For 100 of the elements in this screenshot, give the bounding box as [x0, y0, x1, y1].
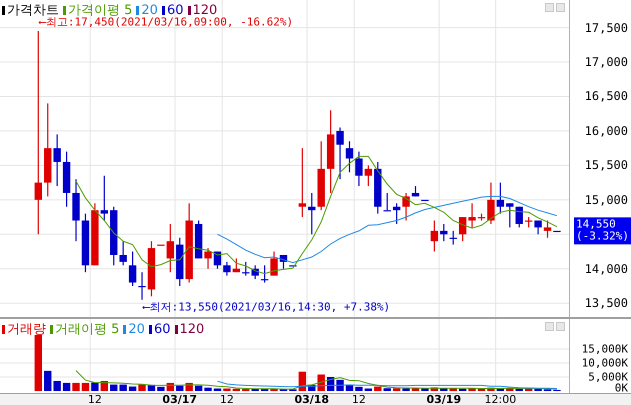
candlestick	[100, 176, 108, 221]
candlestick	[487, 182, 495, 224]
candlestick	[346, 141, 354, 172]
volume-bar	[506, 388, 514, 392]
legend-label: 120	[192, 2, 218, 18]
minimize-icon[interactable]	[545, 3, 554, 12]
volume-bar	[157, 386, 165, 392]
candlestick	[544, 220, 552, 238]
candlestick	[119, 241, 127, 266]
axis-label: 14,000	[584, 262, 628, 275]
volume-bar	[110, 384, 118, 392]
minimize-icon[interactable]	[545, 322, 554, 331]
volume-bar	[176, 386, 184, 392]
volume-bar	[440, 388, 448, 392]
volume-bar	[298, 372, 306, 392]
volume-bar	[430, 387, 438, 392]
close-icon[interactable]	[556, 3, 565, 12]
legend-label: 가격차트	[7, 2, 59, 18]
volume-bar	[544, 389, 552, 392]
candlestick	[524, 217, 532, 228]
candlestick	[516, 206, 523, 228]
candlestick	[392, 203, 400, 224]
candlestick	[72, 179, 80, 242]
candlestick	[204, 248, 212, 269]
axis-label: 13,500	[584, 297, 628, 310]
axis-label: 17,500	[584, 22, 628, 34]
axis-label: 17,000	[584, 56, 628, 68]
volume-bar	[34, 334, 42, 392]
axis-label: 10,000K	[582, 358, 628, 368]
current-price-tag: 14,550 (-3.32%)	[574, 217, 631, 244]
candlestick	[421, 199, 429, 202]
volume-bar	[72, 382, 80, 392]
axis-label: 03/18	[294, 394, 330, 405]
close-icon[interactable]	[556, 322, 565, 331]
candlestick	[468, 203, 476, 228]
candlestick	[384, 192, 391, 212]
candlestick	[336, 128, 344, 180]
legend-label: 60	[166, 2, 184, 18]
volume-bar	[204, 388, 212, 392]
candlestick	[298, 148, 306, 218]
candlestick	[242, 262, 250, 276]
volume-bar	[270, 388, 278, 392]
axis-label: 15,000	[584, 194, 628, 206]
legend-label: 거래이평 5	[55, 321, 120, 338]
volume-bar	[119, 384, 127, 392]
legend-swatch	[2, 6, 5, 14]
axis-label: 12	[220, 394, 234, 405]
candlestick	[280, 254, 288, 269]
volume-bar	[421, 388, 429, 392]
candlestick	[91, 203, 99, 266]
candlestick	[138, 272, 146, 300]
volume-bar	[534, 388, 542, 392]
candlestick	[458, 217, 466, 242]
candlestick	[364, 165, 372, 186]
volume-bar	[384, 388, 391, 392]
volume-bar	[44, 370, 52, 392]
candlestick	[374, 162, 382, 214]
candlestick	[318, 141, 325, 210]
axis-label: 0K	[614, 382, 628, 394]
volume-bar	[392, 388, 400, 392]
candlestick	[553, 230, 561, 232]
legend-label: 20	[128, 322, 145, 336]
candlestick	[148, 241, 156, 296]
low-price-note: ⟵최저:13,550(2021/03/16,14:30, +7.38%)	[143, 301, 390, 312]
candlestick	[496, 182, 504, 214]
axis-label: 12	[88, 394, 102, 405]
legend-label: 가격이평 5	[68, 2, 132, 18]
candlestick	[440, 224, 448, 242]
axis-label: 15,000K	[582, 343, 628, 354]
volume-bar	[516, 388, 523, 392]
candlestick	[506, 203, 514, 228]
axis-label: 16,000	[584, 124, 628, 137]
volume-bar	[478, 388, 486, 392]
volume-bar	[138, 384, 146, 392]
volume-bar	[260, 389, 268, 392]
volume-bar	[53, 380, 61, 392]
candlestick	[270, 252, 278, 276]
axis-label: 5,000K	[588, 372, 628, 383]
axis-label: 12	[352, 394, 366, 405]
volume-bar	[91, 382, 99, 392]
volume-bar	[128, 386, 136, 392]
volume-bar	[223, 388, 231, 392]
candlestick	[176, 238, 184, 286]
volume-bar	[374, 386, 382, 392]
volume-bar	[412, 388, 420, 392]
volume-bar	[280, 389, 288, 392]
volume-bar	[194, 386, 202, 392]
candlestick	[214, 252, 222, 269]
axis-label: 03/19	[426, 394, 462, 405]
legend-label: 거래량	[7, 321, 46, 338]
axis-label: 03/17	[162, 394, 198, 405]
candlestick	[223, 262, 231, 276]
candlestick	[430, 220, 438, 252]
candlestick	[478, 214, 486, 221]
volume-bar	[496, 388, 504, 392]
axis-label: 16,500	[584, 90, 628, 102]
candlestick	[355, 152, 363, 186]
candlestick	[110, 206, 118, 266]
candlestick	[194, 220, 202, 258]
legend-label: 20	[141, 2, 158, 18]
